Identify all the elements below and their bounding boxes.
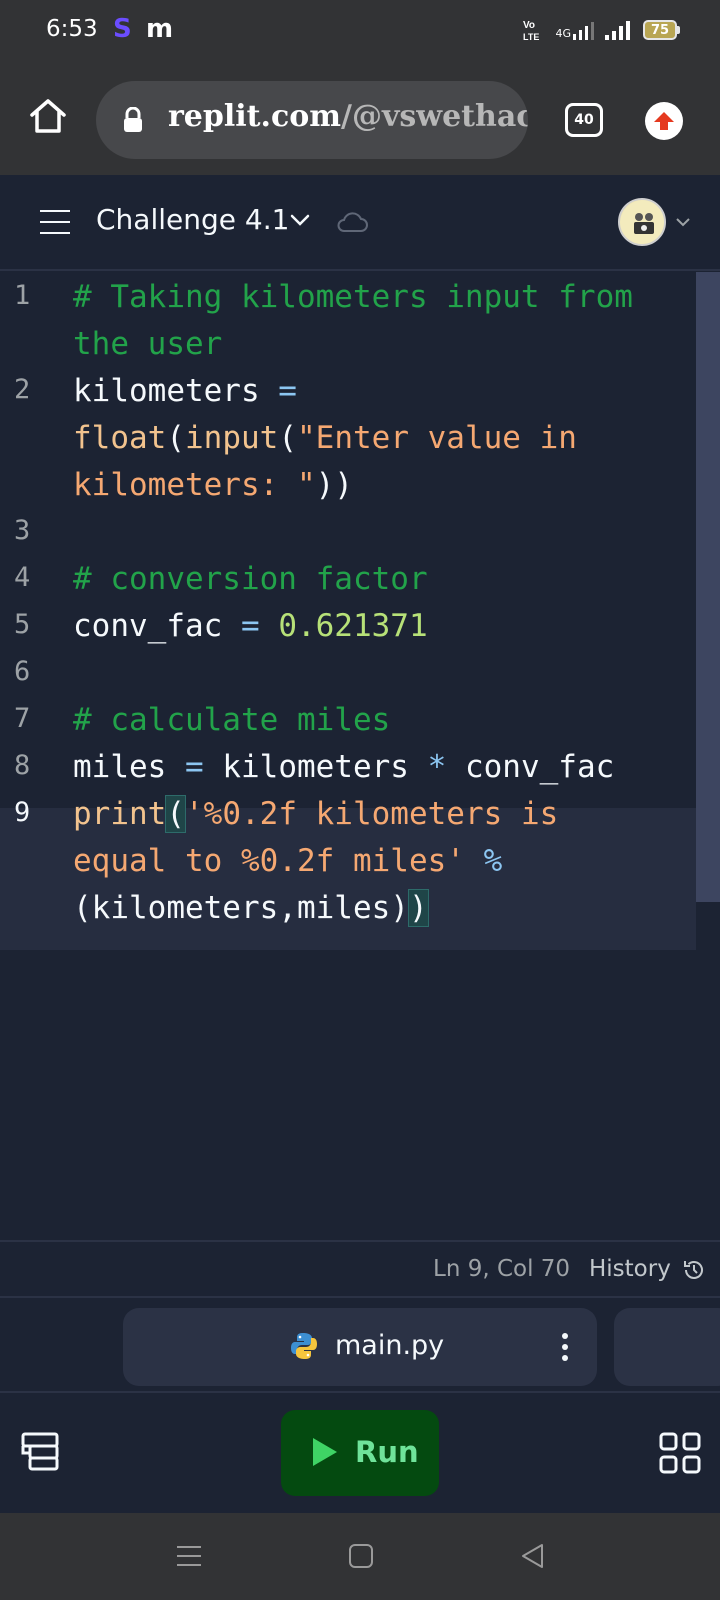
file-tab-main-py[interactable]: main.py (123, 1308, 597, 1386)
chevron-down-icon[interactable] (290, 213, 310, 227)
status-right-icons: Vo LTE 4G 75 (523, 18, 680, 42)
back-icon[interactable] (520, 1543, 546, 1569)
arrow-up-icon (654, 112, 674, 130)
url-text: replit.com/@vswethacs (168, 99, 528, 134)
line-number: 3 (14, 515, 31, 546)
replit-header: Challenge 4.1 (0, 175, 720, 271)
notification-app-icon: m (146, 14, 174, 44)
recents-menu-icon[interactable] (176, 1543, 202, 1569)
code-line-5: conv_fac = 0.621371 (73, 608, 428, 644)
editor-scrollbar[interactable] (696, 272, 720, 902)
cursor-position: Ln 9, Col 70 (433, 1256, 571, 1282)
tab-switcher-button[interactable]: 40 (565, 103, 603, 137)
system-status-bar: 6:53 S m Vo LTE 4G 75 (0, 0, 720, 65)
code-editor[interactable]: 1 2 3 4 5 6 7 8 9 # Taking kilometers in… (0, 272, 720, 1240)
signal-2-icon (605, 21, 630, 40)
browser-toolbar: replit.com/@vswethacs 40 (0, 65, 720, 175)
run-button[interactable]: Run (281, 1410, 439, 1496)
network-type: 4G (555, 20, 595, 40)
file-tab-label: main.py (335, 1330, 445, 1361)
line-number: 5 (14, 609, 31, 640)
system-nav-bar (0, 1513, 720, 1600)
menu-icon[interactable] (40, 210, 70, 234)
code-line-2: kilometers = (73, 373, 297, 409)
cloud-icon (337, 212, 368, 232)
play-icon (313, 1438, 337, 1466)
line-number: 4 (14, 562, 31, 593)
update-button[interactable] (645, 102, 683, 140)
address-bar[interactable]: replit.com/@vswethacs (96, 81, 528, 159)
code-line-9-wrap2: (kilometers,miles)) (73, 889, 429, 927)
file-tab-bar: main.py (0, 1298, 720, 1393)
signal-1-icon (573, 22, 594, 40)
code-line-8: miles = kilometers * conv_fac (73, 749, 615, 785)
code-line-4: # conversion factor (73, 561, 428, 597)
line-number: 9 (14, 797, 31, 828)
editor-statusline: Ln 9, Col 70 History (0, 1240, 720, 1298)
more-vertical-icon[interactable] (561, 1332, 569, 1362)
clock: 6:53 (46, 16, 98, 42)
notification-app-icon: S (113, 14, 132, 44)
code-line-2-wrap2: kilometers: ")) (73, 467, 353, 503)
file-tab-next[interactable] (614, 1308, 720, 1386)
line-number: 2 (14, 374, 31, 405)
line-number: 8 (14, 750, 31, 781)
project-title[interactable]: Challenge 4.1 (96, 203, 289, 236)
line-number: 6 (14, 656, 31, 687)
line-number: 7 (14, 703, 31, 734)
line-number: 1 (14, 280, 31, 311)
code-line-1-wrap: the user (73, 326, 223, 362)
code-line-9-wrap: equal to %0.2f miles' % (73, 843, 503, 879)
volte-icon: Vo LTE (523, 20, 539, 42)
home-icon[interactable] (28, 96, 68, 136)
grid-icon[interactable] (658, 1431, 702, 1475)
database-icon[interactable] (20, 1431, 60, 1471)
bottom-toolbar: Run (0, 1393, 720, 1513)
code-line-2-wrap: float(input("Enter value in (73, 420, 577, 456)
chevron-down-icon[interactable] (676, 217, 690, 227)
avatar[interactable] (618, 198, 666, 246)
avatar-image-icon (620, 200, 664, 244)
code-line-7: # calculate miles (73, 702, 391, 738)
svg-text:Vo: Vo (523, 20, 535, 31)
code-line-9: print('%0.2f kilometers is (73, 795, 559, 833)
history-icon[interactable] (682, 1258, 706, 1282)
battery-icon: 75 (643, 20, 680, 40)
python-icon (291, 1333, 317, 1359)
run-button-label: Run (355, 1435, 419, 1469)
home-nav-icon[interactable] (348, 1543, 374, 1569)
svg-text:LTE: LTE (523, 32, 539, 42)
lock-icon (124, 107, 142, 132)
code-line-1: # Taking kilometers input from (73, 279, 633, 315)
history-button[interactable]: History (589, 1256, 671, 1282)
